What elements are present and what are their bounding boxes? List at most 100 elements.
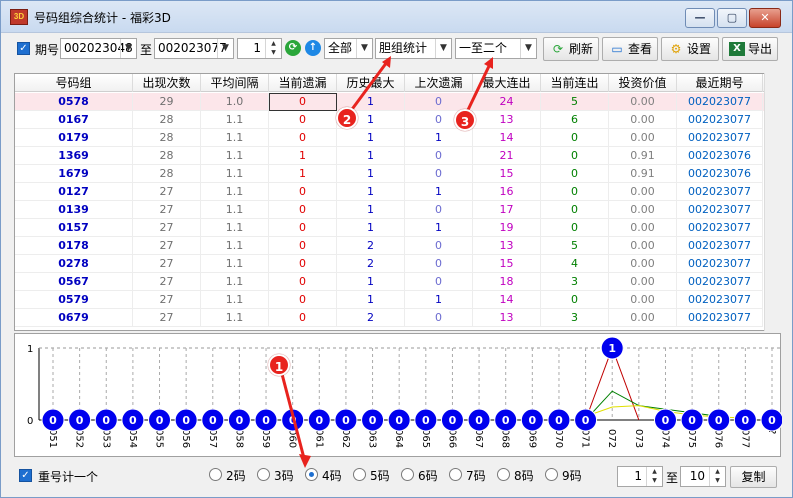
table-cell[interactable]: 1 — [337, 147, 405, 165]
table-cell[interactable]: 1369 — [15, 147, 133, 165]
column-header[interactable]: 上次遗漏 — [405, 74, 473, 92]
table-cell[interactable]: 1 — [337, 183, 405, 201]
table-row[interactable]: 0679 27 1.1 0 2 0 13 3 0.00 002023077 — [15, 309, 765, 327]
table-row[interactable]: 0579 27 1.1 0 1 1 14 0 0.00 002023077 — [15, 291, 765, 309]
table-cell[interactable]: 002023077 — [677, 255, 763, 273]
table-cell[interactable]: 27 — [133, 219, 201, 237]
chevron-down-icon[interactable]: ▼ — [435, 39, 451, 58]
table-cell[interactable]: 0 — [269, 93, 337, 111]
table-cell[interactable]: 0157 — [15, 219, 133, 237]
table-cell[interactable]: 0.91 — [609, 165, 677, 183]
table-cell[interactable]: 0 — [269, 237, 337, 255]
table-cell[interactable]: 0 — [541, 129, 609, 147]
table-cell[interactable]: 6 — [541, 111, 609, 129]
column-header[interactable]: 出现次数 — [133, 74, 201, 92]
chevron-down-icon[interactable]: ▼ — [356, 39, 372, 58]
table-cell[interactable]: 002023077 — [677, 219, 763, 237]
table-cell[interactable]: 0578 — [15, 93, 133, 111]
table-cell[interactable]: 15 — [473, 165, 541, 183]
table-cell[interactable]: 0.00 — [609, 93, 677, 111]
table-cell[interactable]: 002023076 — [677, 165, 763, 183]
table-cell[interactable]: 1.1 — [201, 273, 269, 291]
table-cell[interactable]: 0178 — [15, 237, 133, 255]
radio-3码[interactable] — [257, 468, 270, 481]
table-cell[interactable]: 1.1 — [201, 201, 269, 219]
table-cell[interactable]: 1 — [405, 129, 473, 147]
table-cell[interactable]: 0179 — [15, 129, 133, 147]
table-cell[interactable]: 27 — [133, 273, 201, 291]
table-cell[interactable]: 1.1 — [201, 147, 269, 165]
table-cell[interactable]: 2 — [337, 237, 405, 255]
table-cell[interactable]: 14 — [473, 291, 541, 309]
view-button[interactable]: ▭ 查看 — [602, 37, 658, 61]
table-cell[interactable]: 1 — [337, 219, 405, 237]
table-cell[interactable]: 13 — [473, 111, 541, 129]
table-cell[interactable]: 18 — [473, 273, 541, 291]
table-cell[interactable]: 2 — [337, 255, 405, 273]
table-cell[interactable]: 002023077 — [677, 201, 763, 219]
table-cell[interactable]: 0278 — [15, 255, 133, 273]
table-row[interactable]: 0157 27 1.1 0 1 1 19 0 0.00 002023077 — [15, 219, 765, 237]
table-cell[interactable]: 1.1 — [201, 237, 269, 255]
table-vertical-scrollbar[interactable] — [764, 73, 781, 331]
table-cell[interactable]: 0 — [405, 237, 473, 255]
table-cell[interactable]: 29 — [133, 93, 201, 111]
table-cell[interactable]: 0 — [269, 111, 337, 129]
spinner-arrows-icon[interactable]: ▲ ▼ — [646, 467, 662, 486]
table-cell[interactable]: 0 — [405, 165, 473, 183]
column-header[interactable]: 当前遗漏 — [269, 74, 337, 92]
filter-all-combo[interactable]: 全部 ▼ — [324, 38, 373, 59]
table-cell[interactable]: 1.0 — [201, 93, 269, 111]
table-cell[interactable]: 0127 — [15, 183, 133, 201]
table-cell[interactable]: 0.00 — [609, 255, 677, 273]
table-cell[interactable]: 5 — [541, 93, 609, 111]
table-cell[interactable]: 1 — [337, 273, 405, 291]
table-cell[interactable]: 28 — [133, 129, 201, 147]
table-cell[interactable]: 28 — [133, 165, 201, 183]
table-cell[interactable]: 27 — [133, 201, 201, 219]
maximize-button[interactable]: ▢ — [717, 8, 747, 28]
to-spinner[interactable]: 10 ▲ ▼ — [680, 466, 726, 487]
table-cell[interactable]: 0 — [405, 147, 473, 165]
table-cell[interactable]: 0679 — [15, 309, 133, 327]
table-cell[interactable]: 5 — [541, 237, 609, 255]
table-cell[interactable]: 002023077 — [677, 273, 763, 291]
table-cell[interactable]: 0 — [269, 255, 337, 273]
period-start-combo[interactable]: 002023048 ▼ — [60, 38, 137, 59]
table-cell[interactable]: 1679 — [15, 165, 133, 183]
table-cell[interactable]: 0 — [405, 255, 473, 273]
table-cell[interactable]: 1 — [405, 183, 473, 201]
table-cell[interactable]: 002023077 — [677, 291, 763, 309]
table-cell[interactable]: 0 — [269, 183, 337, 201]
table-cell[interactable]: 1.1 — [201, 309, 269, 327]
table-cell[interactable]: 3 — [541, 309, 609, 327]
table-cell[interactable]: 0.00 — [609, 219, 677, 237]
table-cell[interactable]: 1.1 — [201, 165, 269, 183]
table-cell[interactable]: 1.1 — [201, 129, 269, 147]
table-cell[interactable]: 1 — [337, 291, 405, 309]
table-row[interactable]: 0578 29 1.0 0 1 0 24 5 0.00 002023077 — [15, 93, 765, 111]
table-row[interactable]: 0127 27 1.1 0 1 1 16 0 0.00 002023077 — [15, 183, 765, 201]
range-type-combo[interactable]: 一至二个 ▼ — [455, 38, 537, 59]
table-cell[interactable]: 1.1 — [201, 111, 269, 129]
table-cell[interactable]: 0579 — [15, 291, 133, 309]
up-arrow-icon[interactable]: ↑ — [305, 40, 321, 56]
chevron-down-icon[interactable]: ▼ — [120, 39, 136, 58]
table-cell[interactable]: 0.00 — [609, 273, 677, 291]
table-cell[interactable]: 0 — [541, 147, 609, 165]
table-cell[interactable]: 002023077 — [677, 183, 763, 201]
table-cell[interactable]: 0 — [405, 201, 473, 219]
table-row[interactable]: 0567 27 1.1 0 1 0 18 3 0.00 002023077 — [15, 273, 765, 291]
table-cell[interactable]: 2 — [337, 309, 405, 327]
radio-8码[interactable] — [497, 468, 510, 481]
stat-type-combo[interactable]: 胆组统计 ▼ — [375, 38, 452, 59]
period-end-combo[interactable]: 002023077 ▼ — [154, 38, 234, 59]
table-cell[interactable]: 1 — [405, 291, 473, 309]
table-cell[interactable]: 1 — [269, 147, 337, 165]
table-cell[interactable]: 0 — [541, 219, 609, 237]
spinner-arrows-icon[interactable]: ▲ ▼ — [265, 39, 281, 58]
table-cell[interactable]: 13 — [473, 309, 541, 327]
table-cell[interactable]: 1.1 — [201, 219, 269, 237]
table-cell[interactable]: 27 — [133, 183, 201, 201]
table-cell[interactable]: 002023077 — [677, 237, 763, 255]
